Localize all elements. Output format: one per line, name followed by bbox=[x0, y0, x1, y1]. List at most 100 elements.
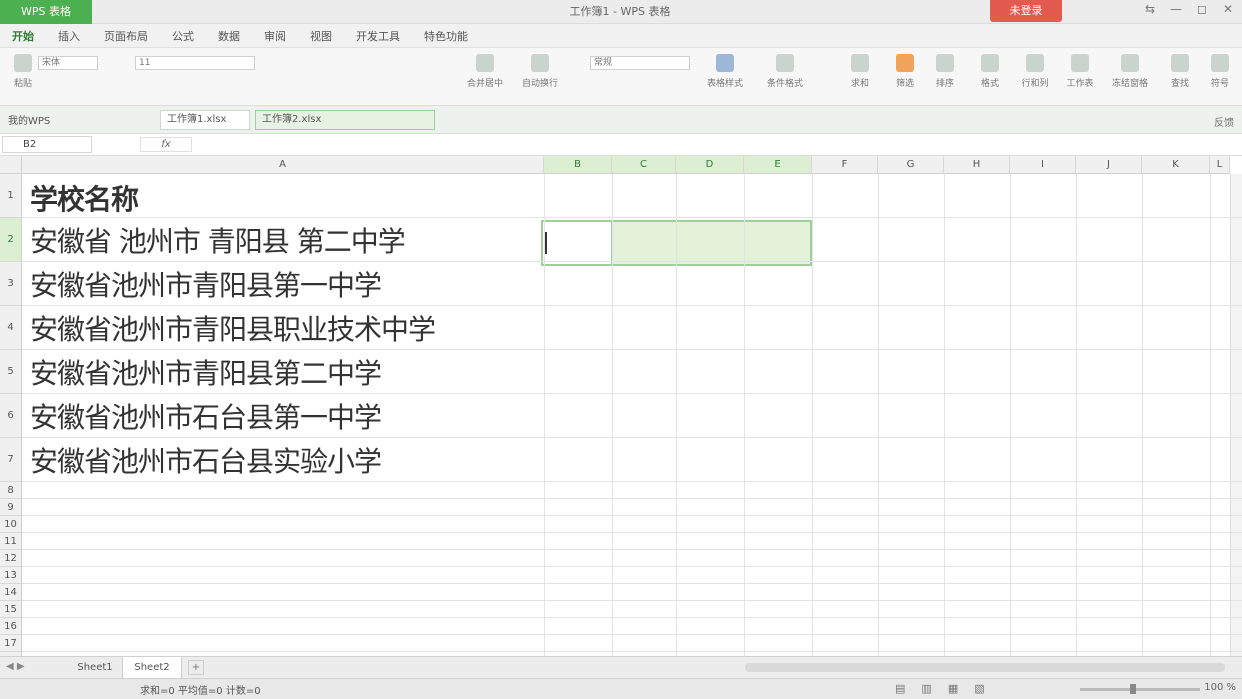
page-layout-view-icon[interactable]: ▦ bbox=[948, 682, 958, 695]
row-header[interactable]: 6 bbox=[0, 394, 22, 438]
view-mode-icons: ▤ ▥ ▦ ▧ bbox=[895, 682, 985, 695]
name-box[interactable]: B2 bbox=[2, 136, 92, 153]
find-button[interactable]: 查找 bbox=[1165, 54, 1195, 96]
filter-button[interactable]: 筛选 bbox=[890, 54, 920, 96]
row-header[interactable]: 3 bbox=[0, 262, 22, 306]
column-header[interactable]: H bbox=[944, 156, 1010, 174]
column-title-cell[interactable]: 学校名称 bbox=[30, 178, 139, 218]
wrap-icon bbox=[531, 54, 549, 72]
menu-item[interactable]: 审阅 bbox=[264, 28, 286, 44]
column-header[interactable]: L bbox=[1210, 156, 1230, 174]
row-header[interactable]: 17 bbox=[0, 635, 22, 652]
fx-icon[interactable]: fx bbox=[140, 137, 192, 152]
document-tab[interactable]: 工作簿1.xlsx bbox=[160, 110, 250, 130]
column-header[interactable]: A bbox=[22, 156, 544, 174]
paste-button[interactable]: 粘贴 bbox=[8, 54, 38, 96]
column-header[interactable]: J bbox=[1076, 156, 1142, 174]
feedback-link[interactable]: 反馈 bbox=[1214, 114, 1234, 129]
sort-button[interactable]: 排序 bbox=[930, 54, 960, 96]
menu-item[interactable]: 公式 bbox=[172, 28, 194, 44]
row-header[interactable]: 1 bbox=[0, 174, 22, 218]
school-name-cell[interactable]: 安徽省池州市石台县第一中学 bbox=[30, 396, 382, 436]
worksheet-button[interactable]: 工作表 bbox=[1065, 54, 1095, 96]
sheet-nav-arrows[interactable]: ◀ ▶ bbox=[6, 661, 25, 672]
maximize-icon[interactable]: ◻ bbox=[1194, 2, 1210, 16]
row-header[interactable]: 16 bbox=[0, 618, 22, 635]
column-header[interactable]: I bbox=[1010, 156, 1076, 174]
app-menu-button[interactable]: WPS 表格 bbox=[0, 0, 92, 24]
format-button[interactable]: 格式 bbox=[975, 54, 1005, 96]
column-header[interactable]: G bbox=[878, 156, 944, 174]
active-cell[interactable] bbox=[541, 220, 613, 266]
font-size-select[interactable]: 11 bbox=[135, 56, 255, 70]
menu-bar: 开始 插入 页面布局 公式 数据 审阅 视图 开发工具 特色功能 bbox=[0, 24, 1242, 48]
row-header[interactable]: 13 bbox=[0, 567, 22, 584]
gridline bbox=[22, 532, 1242, 533]
sheet-tab[interactable]: Sheet1 bbox=[70, 657, 120, 678]
row-header[interactable]: 15 bbox=[0, 601, 22, 618]
sheet-tab-active[interactable]: Sheet2 bbox=[122, 657, 182, 678]
minimize-icon[interactable]: — bbox=[1168, 2, 1184, 16]
school-name-cell[interactable]: 安徽省池州市石台县实验小学 bbox=[30, 440, 382, 480]
column-header[interactable]: F bbox=[812, 156, 878, 174]
menu-item[interactable]: 开发工具 bbox=[356, 28, 400, 44]
menu-item[interactable]: 插入 bbox=[58, 28, 80, 44]
filter-icon bbox=[896, 54, 914, 72]
conditional-format-button[interactable]: 条件格式 bbox=[767, 54, 803, 96]
ribbon-button-label: 排序 bbox=[935, 79, 954, 89]
column-header[interactable]: K bbox=[1142, 156, 1210, 174]
row-header[interactable]: 12 bbox=[0, 550, 22, 567]
select-all-corner[interactable] bbox=[0, 156, 22, 174]
add-sheet-button[interactable]: + bbox=[188, 660, 204, 675]
menu-item[interactable]: 数据 bbox=[218, 28, 240, 44]
zoom-slider-handle[interactable] bbox=[1130, 684, 1136, 694]
sum-icon bbox=[851, 54, 869, 72]
school-name-cell[interactable]: 安徽省池州市青阳县第二中学 bbox=[30, 352, 382, 392]
number-format-select[interactable]: 常规 bbox=[590, 56, 690, 70]
school-name-cell[interactable]: 安徽省 池州市 青阳县 第二中学 bbox=[30, 220, 406, 260]
row-header[interactable]: 10 bbox=[0, 516, 22, 533]
row-header[interactable]: 8 bbox=[0, 482, 22, 499]
switch-window-icon[interactable]: ⇆ bbox=[1142, 2, 1158, 16]
gridline bbox=[22, 498, 1242, 499]
row-header[interactable]: 9 bbox=[0, 499, 22, 516]
normal-view-icon[interactable]: ▤ bbox=[895, 682, 905, 695]
row-header[interactable]: 5 bbox=[0, 350, 22, 394]
school-name-cell[interactable]: 安徽省池州市青阳县第一中学 bbox=[30, 264, 382, 304]
wrap-button[interactable]: 自动换行 bbox=[522, 54, 558, 96]
close-icon[interactable]: ✕ bbox=[1220, 2, 1236, 16]
menu-item[interactable]: 视图 bbox=[310, 28, 332, 44]
horizontal-scrollbar[interactable] bbox=[745, 663, 1225, 672]
school-name-cell[interactable]: 安徽省池州市青阳县职业技术中学 bbox=[30, 308, 436, 348]
worksheet-grid[interactable]: ABCDEFGHIJKL1234567891011121314151617181… bbox=[0, 156, 1242, 656]
home-tab[interactable]: 我的WPS bbox=[8, 112, 78, 128]
page-break-view-icon[interactable]: ▥ bbox=[921, 682, 931, 695]
login-button[interactable]: 未登录 bbox=[990, 0, 1062, 22]
zoom-slider[interactable] bbox=[1080, 688, 1200, 691]
column-header[interactable]: C bbox=[612, 156, 676, 174]
symbol-button[interactable]: 符号 bbox=[1205, 54, 1235, 96]
zoom-level[interactable]: 100 % bbox=[1204, 682, 1236, 693]
row-col-button[interactable]: 行和列 bbox=[1020, 54, 1050, 96]
table-style-button[interactable]: 表格样式 bbox=[707, 54, 743, 96]
menu-item[interactable]: 特色功能 bbox=[424, 28, 468, 44]
column-header[interactable]: D bbox=[676, 156, 744, 174]
document-tab-active[interactable]: 工作簿2.xlsx bbox=[255, 110, 435, 130]
menu-item[interactable]: 页面布局 bbox=[104, 28, 148, 44]
freeze-button[interactable]: 冻结窗格 bbox=[1112, 54, 1148, 96]
row-header[interactable]: 11 bbox=[0, 533, 22, 550]
sheet-tab-bar: ◀ ▶ Sheet1 Sheet2 + bbox=[0, 656, 1242, 678]
formula-input[interactable] bbox=[198, 136, 1238, 153]
sum-button[interactable]: 求和 bbox=[845, 54, 875, 96]
row-header[interactable]: 2 bbox=[0, 218, 22, 262]
merge-button[interactable]: 合并居中 bbox=[467, 54, 503, 96]
gridline bbox=[22, 600, 1242, 601]
row-header[interactable]: 14 bbox=[0, 584, 22, 601]
column-header[interactable]: E bbox=[744, 156, 812, 174]
font-name-select[interactable]: 宋体 bbox=[38, 56, 98, 70]
row-header[interactable]: 7 bbox=[0, 438, 22, 482]
column-header[interactable]: B bbox=[544, 156, 612, 174]
reading-mode-icon[interactable]: ▧ bbox=[974, 682, 984, 695]
row-header[interactable]: 4 bbox=[0, 306, 22, 350]
menu-item[interactable]: 开始 bbox=[12, 28, 34, 44]
